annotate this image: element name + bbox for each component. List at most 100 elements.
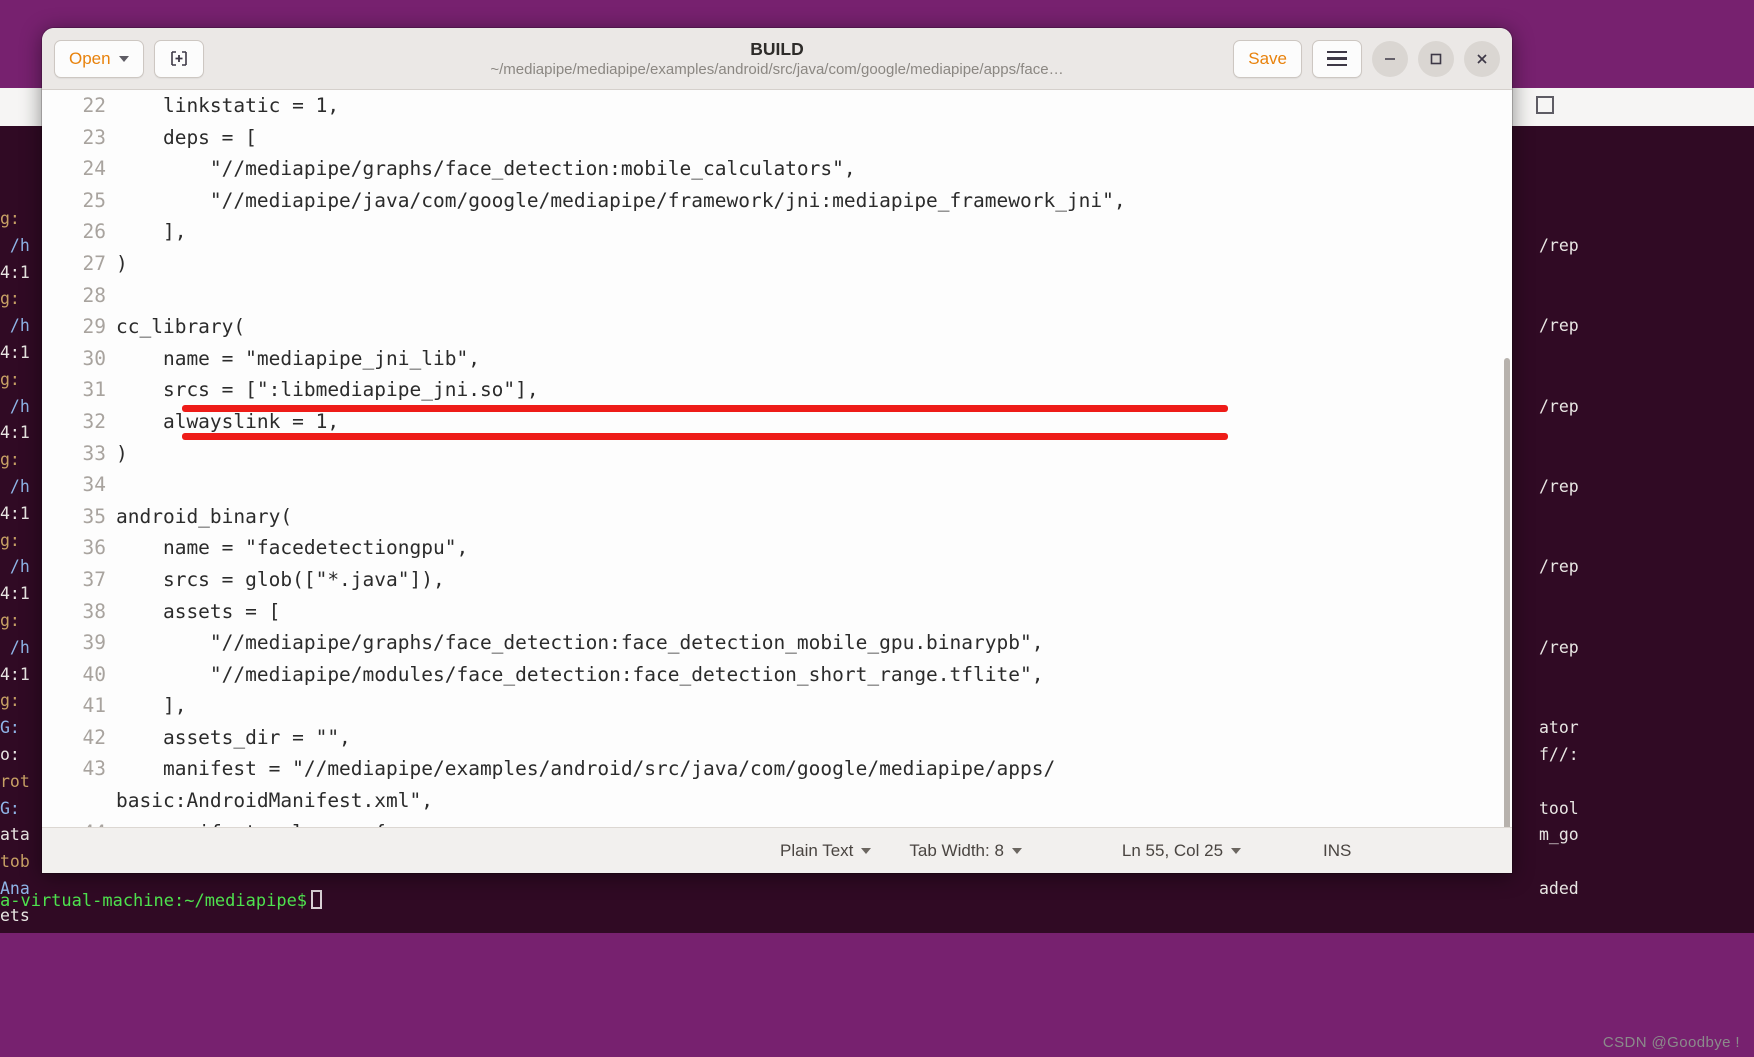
code-line-text (116, 469, 1502, 501)
cursor-position-label: Ln 55, Col 25 (1121, 840, 1224, 860)
headerbar-right-group: Save (1233, 39, 1500, 78)
cursor-position-selector[interactable]: Ln 55, Col 25 (1121, 840, 1242, 861)
chevron-down-icon (1231, 847, 1242, 854)
new-tab-button[interactable] (153, 39, 204, 78)
code-line[interactable]: 33) (42, 438, 1502, 470)
close-icon (1477, 53, 1487, 64)
line-number: 24 (82, 157, 106, 181)
code-line[interactable]: 26 ], (42, 216, 1502, 248)
code-line[interactable]: 34 (42, 469, 1502, 501)
code-line[interactable]: 23 deps = [ (42, 122, 1502, 154)
minimize-icon (1385, 57, 1395, 60)
code-lines-container[interactable]: 22 linkstatic = 1, 23 deps = [24 "//media… (42, 90, 1502, 827)
terminal-prompt-text: a-virtual-machine:~/mediapipe$ (0, 891, 308, 911)
code-line[interactable]: 43 manifest = "//mediapipe/examples/andr… (42, 753, 1502, 785)
code-line[interactable]: 28 (42, 280, 1502, 312)
line-number: 23 (82, 125, 106, 149)
main-menu-button[interactable] (1312, 39, 1362, 78)
code-line-text: name = "facedetectiongpu", (116, 536, 469, 560)
terminal-cursor (311, 890, 323, 909)
line-number: 28 (82, 283, 106, 307)
line-number: 25 (82, 188, 106, 212)
line-number: 36 (82, 536, 106, 560)
code-line-text: linkstatic = 1, (116, 94, 340, 117)
code-line[interactable]: 32 alwayslink = 1, (42, 406, 1502, 438)
terminal-output-line: tool (1539, 798, 1579, 818)
close-button[interactable] (1464, 40, 1500, 77)
line-number: 27 (82, 251, 106, 275)
line-number: 43 (82, 757, 106, 781)
code-line[interactable]: 31 srcs = [":libmediapipe_jni.so"], (42, 374, 1502, 406)
code-line[interactable]: 25 "//mediapipe/java/com/google/mediapip… (42, 185, 1502, 217)
code-line[interactable]: 27) (42, 248, 1502, 280)
page-title: BUILD (750, 38, 804, 59)
line-number: 40 (82, 662, 106, 686)
code-line[interactable]: 39 "//mediapipe/graphs/face_detection:fa… (42, 627, 1502, 659)
line-number: 29 (82, 315, 106, 339)
code-line[interactable]: 24 "//mediapipe/graphs/face_detection:mo… (42, 153, 1502, 185)
code-line-text: ], (116, 694, 187, 718)
editor-text-view[interactable]: 22 linkstatic = 1, 23 deps = [24 "//media… (42, 90, 1512, 827)
code-line-text: ) (116, 251, 128, 275)
terminal-output-line: /rep (1539, 235, 1579, 255)
code-line[interactable]: 22 linkstatic = 1, (42, 90, 1502, 122)
code-line[interactable]: 42 assets_dir = "", (42, 722, 1502, 754)
line-number: 35 (82, 504, 106, 528)
chevron-down-icon (118, 55, 129, 62)
code-line[interactable]: 44 manifest_values = { (42, 817, 1502, 827)
terminal-output-line: /rep (1539, 396, 1579, 416)
code-line[interactable]: 37 srcs = glob(["*.java"]), (42, 564, 1502, 596)
code-line-text: deps = [ (116, 125, 257, 149)
code-line-text: ], (116, 220, 187, 244)
code-line[interactable]: basic:AndroidManifest.xml", (42, 785, 1502, 817)
terminal-prompt[interactable]: a-virtual-machine:~/mediapipe$ (0, 890, 323, 911)
line-number: 33 (82, 441, 106, 465)
desktop-background: g: /h 4:1 g: /h 4:1 g: /h 4:1 g: /h 4:1 g: /h 4:1… (0, 0, 1754, 1057)
terminal-output-line: /rep (1539, 316, 1579, 336)
line-number: 39 (82, 631, 106, 655)
terminal-output-line: /rep (1539, 637, 1579, 657)
language-selector[interactable]: Plain Text (780, 840, 872, 861)
code-line[interactable]: 35 android_binary( (42, 501, 1502, 533)
code-line-text: assets = [ (116, 599, 281, 623)
code-line[interactable]: 41 ], (42, 690, 1502, 722)
line-number: 22 (82, 94, 106, 117)
terminal-output-line: m_go (1539, 825, 1579, 845)
terminal-right-output: /rep/rep/rep/rep/rep/rep ator f//: tool m_go… (1539, 206, 1754, 903)
code-line[interactable]: 40 "//mediapipe/modules/face_detection:f… (42, 659, 1502, 691)
code-line[interactable]: 30 name = "mediapipe_jni_lib", (42, 343, 1502, 375)
terminal-output-line: f//: (1539, 744, 1579, 764)
minimize-button[interactable] (1372, 40, 1408, 77)
new-tab-icon (170, 50, 187, 66)
terminal-maximize-icon[interactable] (1536, 96, 1554, 114)
tab-width-label: Tab Width: 8 (909, 840, 1004, 860)
maximize-button[interactable] (1418, 40, 1454, 77)
code-line[interactable]: 38 assets = [ (42, 596, 1502, 628)
code-line-text: assets_dir = "", (116, 725, 351, 749)
editor-statusbar: Plain Text Tab Width: 8 Ln 55, Col 25 IN… (42, 827, 1512, 873)
terminal-output-line: /rep (1539, 557, 1579, 577)
language-label: Plain Text (780, 840, 854, 860)
line-number: 26 (82, 220, 106, 244)
insert-mode-label: INS (1323, 840, 1352, 860)
line-number: 38 (82, 599, 106, 623)
watermark-label: CSDN @Goodbye ! (1602, 1034, 1740, 1051)
text-editor-window[interactable]: Open BUILD ~/mediapipe/mediapipe/example… (42, 28, 1512, 873)
tab-width-selector[interactable]: Tab Width: 8 (909, 841, 1022, 861)
code-line[interactable]: 29 cc_library( (42, 311, 1502, 343)
code-line-text: ) (116, 441, 128, 465)
code-line[interactable]: 36 name = "facedetectiongpu", (42, 532, 1502, 564)
code-line-text: manifest_values = { (116, 817, 1502, 827)
maximize-icon (1430, 53, 1442, 64)
vertical-scrollbar[interactable] (1504, 358, 1510, 827)
open-button[interactable]: Open (54, 39, 144, 78)
save-button[interactable]: Save (1233, 39, 1302, 78)
